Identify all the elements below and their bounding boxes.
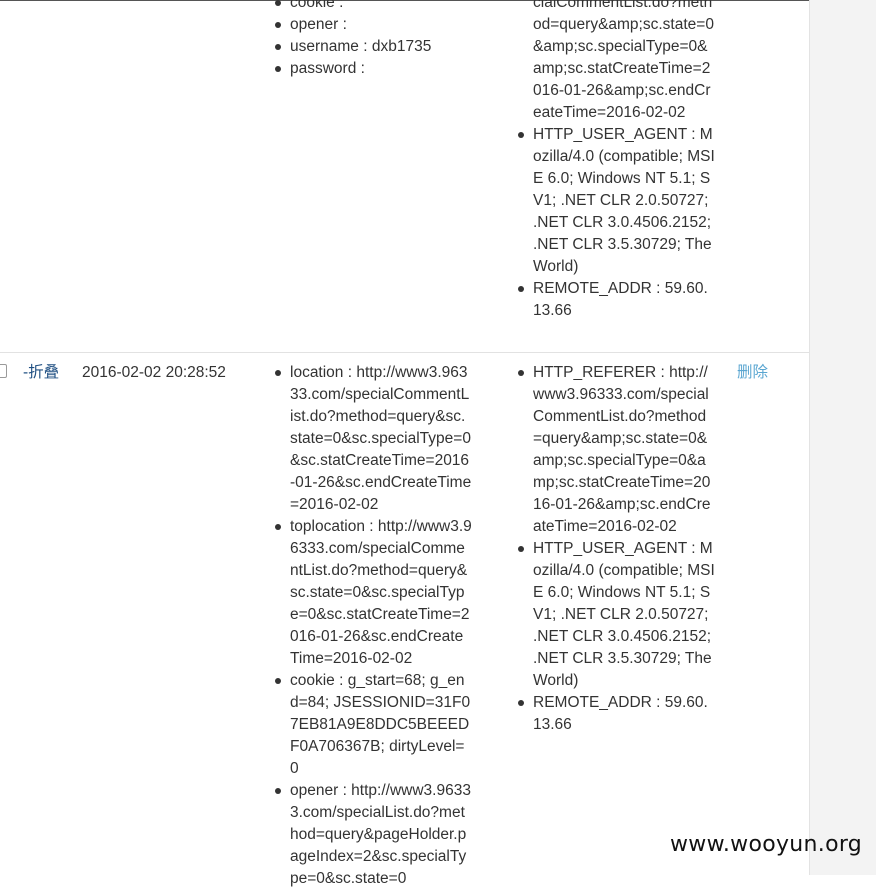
row-select-checkbox[interactable] bbox=[0, 364, 7, 378]
list-item: username : dxb1735 bbox=[275, 36, 472, 58]
list-item: location : http://www3.96333.com/special… bbox=[275, 362, 472, 516]
list-item: HTTP_USER_AGENT : Mozilla/4.0 (compatibl… bbox=[518, 124, 715, 278]
list-item: HTTP_USER_AGENT : Mozilla/4.0 (compatibl… bbox=[518, 538, 715, 692]
row-divider bbox=[0, 352, 809, 353]
row2-header-list: HTTP_REFERER : http://www3.96333.com/spe… bbox=[518, 362, 715, 736]
row2-get-data-list: location : http://www3.96333.com/special… bbox=[275, 362, 472, 890]
list-item: toplocation : http://www3.96333.com/spec… bbox=[275, 516, 472, 670]
list-item: opener : bbox=[275, 14, 472, 36]
list-item: cookie : g_start=68; g_end=84; JSESSIONI… bbox=[275, 670, 472, 780]
row1-get-data-list: cookie : opener : username : dxb1735 pas… bbox=[275, 0, 472, 80]
list-item: cookie : bbox=[275, 0, 472, 14]
watermark: www.wooyun.org bbox=[670, 832, 863, 857]
right-gutter bbox=[809, 0, 876, 875]
list-item: password : bbox=[275, 58, 472, 80]
list-item: REMOTE_ADDR : 59.60.13.66 bbox=[518, 278, 715, 322]
list-item: REMOTE_ADDR : 59.60.13.66 bbox=[518, 692, 715, 736]
delete-link[interactable]: 删除 bbox=[737, 362, 768, 384]
list-item: opener : http://www3.96333.com/specialLi… bbox=[275, 780, 472, 890]
timestamp: 2016-02-02 20:28:52 bbox=[82, 364, 226, 381]
list-item: HTTP_REFERER : http://www3.96333.com/spe… bbox=[518, 362, 715, 538]
collapse-toggle-link[interactable]: -折叠 bbox=[23, 362, 59, 384]
list-item: cialCommentList.do?method=query&amp;sc.s… bbox=[533, 0, 714, 121]
row1-header-list: cialCommentList.do?method=query&amp;sc.s… bbox=[518, 0, 715, 322]
